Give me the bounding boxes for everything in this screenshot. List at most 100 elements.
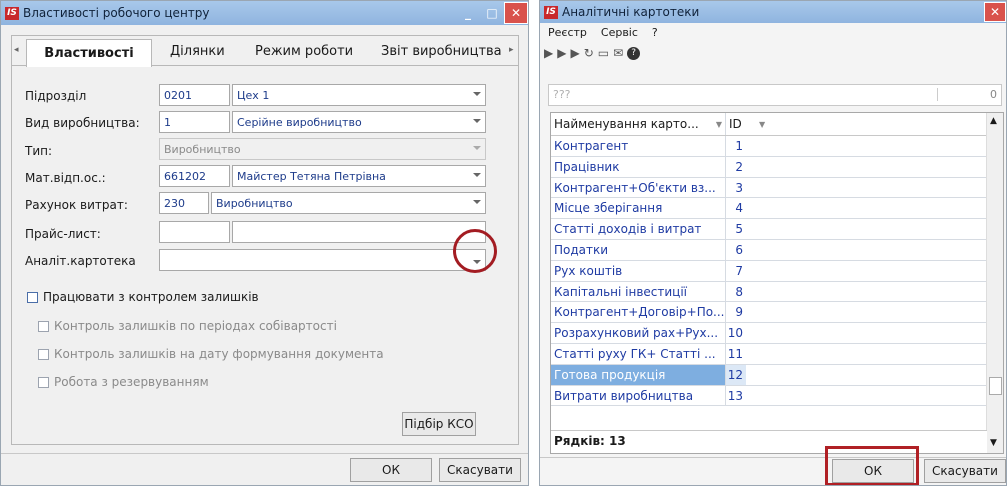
tab-properties[interactable]: Властивості	[26, 39, 152, 67]
vertical-scrollbar[interactable]: ▲ ▼	[986, 113, 1003, 453]
table-row[interactable]: Капітальні інвестиції 8	[551, 281, 1003, 303]
filter-icon[interactable]: ▼	[716, 113, 722, 136]
arrow-right-icon[interactable]: ▶	[570, 46, 579, 60]
analytic-card-label: Аналіт.картотека	[25, 254, 136, 268]
stock-control-label: Працювати з контролем залишків	[43, 290, 259, 304]
table-row[interactable]: Контрагент+Об'єкти вз... 3	[551, 177, 1003, 199]
pick-kso-button[interactable]: Підбір КСО	[402, 412, 476, 436]
close-icon[interactable]: ✕	[504, 2, 528, 24]
filter-icon[interactable]: ▼	[759, 113, 765, 136]
document-icon[interactable]: ▭	[598, 46, 609, 60]
division-name-field[interactable]: Цех 1	[232, 84, 486, 106]
card-name-cell: Контрагент+Договір+По...	[551, 302, 726, 323]
price-list-label: Прайс-лист:	[25, 227, 101, 241]
cost-account-name-field[interactable]: Виробництво	[211, 192, 486, 214]
dropdown-arrow-icon[interactable]	[473, 119, 481, 123]
dropdown-arrow-icon[interactable]	[473, 200, 481, 204]
card-name-cell: Статті доходів і витрат	[551, 219, 726, 239]
table-row[interactable]: Розрахунковий рах+Рух... 10	[551, 323, 1003, 344]
scroll-down-icon[interactable]: ▼	[990, 438, 997, 448]
card-id-cell: 6	[735, 242, 743, 257]
table-row[interactable]: Витрати виробництва 13	[551, 385, 1003, 407]
mail-icon[interactable]: ✉	[613, 46, 623, 60]
column-id-header[interactable]: ID ▼	[726, 113, 765, 135]
maximize-icon[interactable]: □	[480, 2, 504, 24]
card-id-cell: 10	[727, 326, 743, 341]
cancel-button[interactable]: Скасувати	[439, 458, 521, 482]
table-row[interactable]: Працівник 2	[551, 156, 1003, 178]
ok-button[interactable]: ОК	[832, 459, 914, 483]
table-row[interactable]: Рух коштів 7	[551, 260, 1003, 282]
price-list-code-field[interactable]	[159, 221, 230, 243]
scroll-thumb[interactable]	[989, 377, 1002, 395]
properties-title: Властивості робочого центру	[23, 6, 210, 20]
properties-window: IS Властивості робочого центру _ □ ✕ ◂ В…	[0, 0, 529, 486]
responsible-code-field[interactable]: 661202	[159, 165, 230, 187]
card-name-cell: Капітальні інвестиції	[551, 281, 726, 302]
cost-account-label: Рахунок витрат:	[25, 198, 128, 212]
reservation-checkbox: Робота з резервуванням	[38, 375, 209, 389]
refresh-icon[interactable]: ↻	[584, 46, 594, 60]
card-id-cell: 12	[726, 364, 746, 385]
search-input[interactable]: ???	[553, 88, 571, 101]
responsible-label: Мат.відп.ос.:	[25, 171, 106, 185]
menu-help[interactable]: ?	[652, 26, 658, 39]
production-type-code-field[interactable]: 1	[159, 111, 230, 133]
table-row[interactable]: Контрагент+Договір+По... 9	[551, 302, 1003, 324]
minimize-icon[interactable]: _	[456, 2, 480, 24]
responsible-name: Майстер Тетяна Петрівна	[237, 169, 386, 183]
table-row[interactable]: Місце зберігання 4	[551, 198, 1003, 220]
production-type-name-field[interactable]: Серійне виробництво	[232, 111, 486, 133]
tab-production-report[interactable]: Звіт виробництва	[381, 44, 502, 59]
tab-scroll-right-icon[interactable]: ▸	[509, 45, 514, 55]
row-count-label: Рядків: 13	[554, 434, 626, 448]
cancel-button[interactable]: Скасувати	[924, 459, 1006, 483]
analytic-card-field[interactable]	[159, 249, 486, 271]
ok-button[interactable]: ОК	[350, 458, 432, 482]
arrow-left-icon[interactable]: ▶	[557, 46, 566, 60]
checkbox-icon	[38, 376, 49, 388]
card-id-cell: 9	[735, 305, 743, 320]
price-list-name-field[interactable]	[232, 221, 486, 243]
close-icon[interactable]: ✕	[984, 2, 1006, 22]
column-id-label: ID	[729, 117, 742, 131]
type-field: Виробництво	[159, 138, 486, 160]
card-name-cell: Працівник	[551, 156, 726, 177]
cost-account-code-field[interactable]: 230	[159, 192, 209, 214]
type-value: Виробництво	[164, 142, 241, 156]
stock-control-checkbox[interactable]: Працювати з контролем залишків	[27, 290, 259, 304]
card-id-cell: 2	[735, 159, 743, 174]
division-code-field[interactable]: 0201	[159, 84, 230, 106]
dropdown-arrow-icon	[473, 146, 481, 150]
column-name-label: Найменування карто...	[554, 117, 699, 131]
responsible-name-field[interactable]: Майстер Тетяна Петрівна	[232, 165, 486, 187]
search-count: 0	[937, 88, 997, 101]
table-row[interactable]: Готова продукція 12	[551, 364, 1003, 386]
table-row[interactable]: Податки 6	[551, 239, 1003, 261]
table-row[interactable]: Статті доходів і витрат 5	[551, 219, 1003, 240]
arrow-left-first-icon[interactable]: ▶	[544, 46, 553, 60]
production-type-code: 1	[164, 115, 171, 129]
dropdown-arrow-icon[interactable]	[473, 92, 481, 96]
help-icon[interactable]: ?	[627, 46, 641, 60]
checkbox-icon[interactable]	[27, 291, 38, 303]
cards-table: Найменування карто... ▼ ID ▼ Контрагент 1 Пр…	[550, 112, 1004, 454]
table-row[interactable]: Статті руху ГК+ Статті ... 11	[551, 343, 1003, 365]
scroll-up-icon[interactable]: ▲	[990, 116, 997, 126]
menu-service[interactable]: Сервіс	[601, 26, 638, 39]
tab-work-mode[interactable]: Режим роботи	[255, 44, 353, 59]
analytic-cards-titlebar: IS Аналітичні картотеки ✕	[540, 1, 1006, 23]
cost-account-name: Виробництво	[216, 196, 293, 210]
card-name-cell: Контрагент+Об'єкти вз...	[551, 177, 726, 198]
table-row[interactable]: Контрагент 1	[551, 136, 1003, 157]
tab-areas[interactable]: Ділянки	[170, 44, 225, 59]
tab-strip: ◂ Властивості Ділянки Режим роботи Звіт …	[12, 36, 518, 67]
column-name-header[interactable]: Найменування карто... ▼	[551, 113, 726, 135]
tab-scroll-left-icon[interactable]: ◂	[14, 45, 19, 55]
card-name-cell: Податки	[551, 239, 726, 260]
card-name-cell: Готова продукція	[551, 364, 726, 385]
control-by-doc-date-label: Контроль залишків на дату формування док…	[54, 347, 384, 361]
dropdown-arrow-icon[interactable]	[473, 173, 481, 177]
menu-registry[interactable]: Реєстр	[548, 26, 587, 39]
card-id-cell: 3	[735, 180, 743, 195]
